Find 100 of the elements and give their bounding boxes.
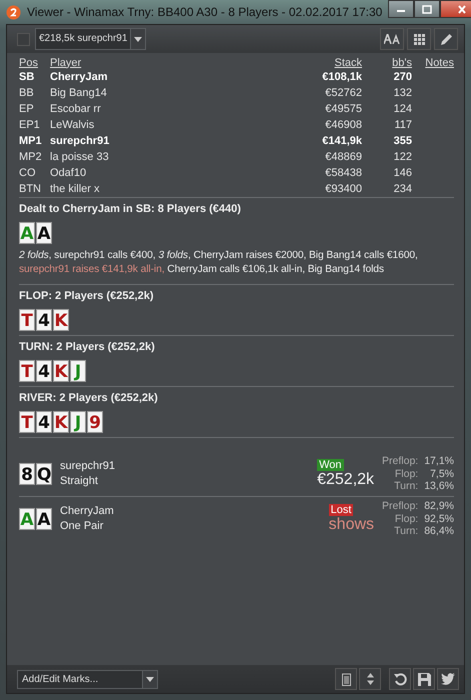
font-size-button[interactable]: [380, 28, 404, 50]
maximize-button[interactable]: [414, 0, 440, 18]
table-cell-text: Escobar rr: [50, 102, 102, 117]
playing-card: 9: [87, 411, 103, 433]
table-cell-text: the killer x: [50, 182, 101, 197]
table-cell: 234: [362, 181, 412, 197]
caret-icon: [146, 676, 154, 682]
grid-icon: [414, 34, 424, 44]
marks-field[interactable]: Add/Edit Marks...: [17, 670, 142, 688]
action-text: 2 folds, surepchr91 calls €400, 3 folds, CherryJam raises €2000, Big Bang14 calls €1600, surepchr91 raises €141,9k all-in, CherryJam calls €106,1k all-in, Big Bang14 folds: [19, 249, 419, 277]
table-cell-text: BB: [19, 86, 35, 101]
table-cell-text: LeWalvis: [50, 118, 96, 133]
playing-card: 4: [36, 411, 52, 433]
window-title: Viewer - Winamax Trny: BB400 A30 - 8 Players - 02.02.2017 17:30: [27, 5, 382, 19]
table-cell-text: Big Bang14: [50, 86, 108, 101]
equity-label: Turn:: [393, 525, 418, 538]
table-cell-text: 132: [392, 86, 412, 101]
playing-card: J: [70, 360, 86, 382]
minimize-button[interactable]: [388, 0, 414, 18]
table-cell-text: la poisse 33: [50, 150, 110, 165]
playing-card: T: [19, 309, 35, 331]
equity-label: Turn:: [393, 480, 418, 493]
table-cell-text: 117: [393, 118, 412, 133]
playing-card: J: [70, 411, 86, 433]
pencil-icon: [440, 32, 452, 46]
column-header[interactable]: Pos: [19, 55, 50, 69]
equity-value: 86,4%: [424, 525, 454, 538]
playing-card: K: [53, 411, 69, 433]
playing-card: 8: [19, 463, 35, 485]
player-name: CherryJam: [60, 504, 114, 519]
table-cell-text: 122: [392, 150, 412, 165]
table-cell-text: €52762: [324, 86, 362, 101]
stepper-button[interactable]: [359, 668, 381, 690]
refresh-button[interactable]: [389, 668, 411, 690]
table-cell-text: €108,1k: [321, 70, 362, 85]
equity-value: 17,1%: [424, 455, 454, 468]
equity-value: 82,9%: [424, 500, 454, 513]
playing-card: Q: [36, 463, 52, 485]
street-heading: TURN: 2 Players (€252,2k): [19, 341, 156, 353]
table-cell-text: EP1: [19, 118, 41, 133]
equity-value: 7,5%: [429, 468, 454, 480]
table-cell: MP1: [19, 133, 50, 149]
column-header[interactable]: Notes: [412, 55, 454, 69]
table-cell-text: 146: [392, 166, 412, 181]
table-cell-text: surepchr91: [50, 134, 110, 149]
street-heading: Dealt to CherryJam in SB: 8 Players (€440): [19, 203, 242, 215]
hand-select[interactable]: €218,5k surepchr91: [35, 28, 146, 50]
table-cell-text: €58438: [324, 166, 362, 181]
equity-label: Flop:: [394, 468, 418, 480]
checkbox[interactable]: [17, 32, 30, 46]
table-cell: SB: [19, 69, 50, 85]
save-icon: [418, 672, 430, 686]
street-heading: RIVER: 2 Players (€252,2k): [19, 392, 159, 404]
table-cell-text: EP: [19, 102, 35, 117]
table-cell-text: €46908: [324, 118, 362, 133]
result-amount: €252,2k: [317, 471, 374, 489]
table-cell-text: €48869: [324, 150, 362, 165]
column-header[interactable]: Stack: [236, 55, 362, 69]
share-button[interactable]: [437, 668, 459, 690]
maximize-icon: [422, 4, 432, 14]
edit-button[interactable]: [434, 28, 458, 50]
hand-name: Straight: [60, 474, 99, 489]
playing-card: T: [19, 411, 35, 433]
playing-card: 4: [36, 360, 52, 382]
equity-label: Preflop:: [382, 455, 418, 468]
table-cell-text: CO: [19, 166, 36, 181]
table-cell-text: CherryJam: [50, 70, 108, 85]
result-amount: shows: [328, 516, 374, 534]
column-header[interactable]: Player: [50, 55, 237, 69]
close-icon: [457, 4, 468, 14]
player-name: surepchr91: [60, 459, 116, 474]
playing-card: A: [19, 508, 35, 530]
column-header[interactable]: bb's: [362, 55, 412, 69]
grid-button[interactable]: [407, 28, 431, 50]
font-size-icon: [384, 34, 400, 44]
street-heading: FLOP: 2 Players (€252,2k): [19, 290, 155, 302]
table-cell: BTN: [19, 181, 50, 197]
playing-card: 4: [36, 309, 52, 331]
playing-card: K: [53, 360, 69, 382]
playing-card: T: [19, 360, 35, 382]
app-icon: [6, 4, 21, 20]
clipboard-button[interactable]: [335, 668, 357, 690]
bird-icon: [441, 673, 455, 685]
hand-name: One Pair: [60, 519, 104, 534]
dropdown-button[interactable]: [142, 670, 158, 688]
equity-label: Preflop:: [382, 500, 418, 513]
table-cell-text: MP2: [19, 150, 43, 165]
equity-label: Flop:: [394, 512, 418, 526]
close-button[interactable]: [440, 0, 471, 18]
table-cell: 270: [362, 69, 412, 85]
result-badge: Lost: [328, 504, 354, 516]
equity-value: 92,5%: [424, 512, 454, 526]
caret-icon: [134, 36, 142, 42]
equity-value: 13,6%: [424, 480, 454, 493]
playing-card: K: [53, 309, 69, 331]
table-cell: 355: [362, 133, 412, 149]
playing-card: A: [36, 222, 52, 244]
playing-card: A: [19, 222, 35, 244]
result-badge: Won: [317, 459, 344, 471]
save-button[interactable]: [413, 668, 435, 690]
